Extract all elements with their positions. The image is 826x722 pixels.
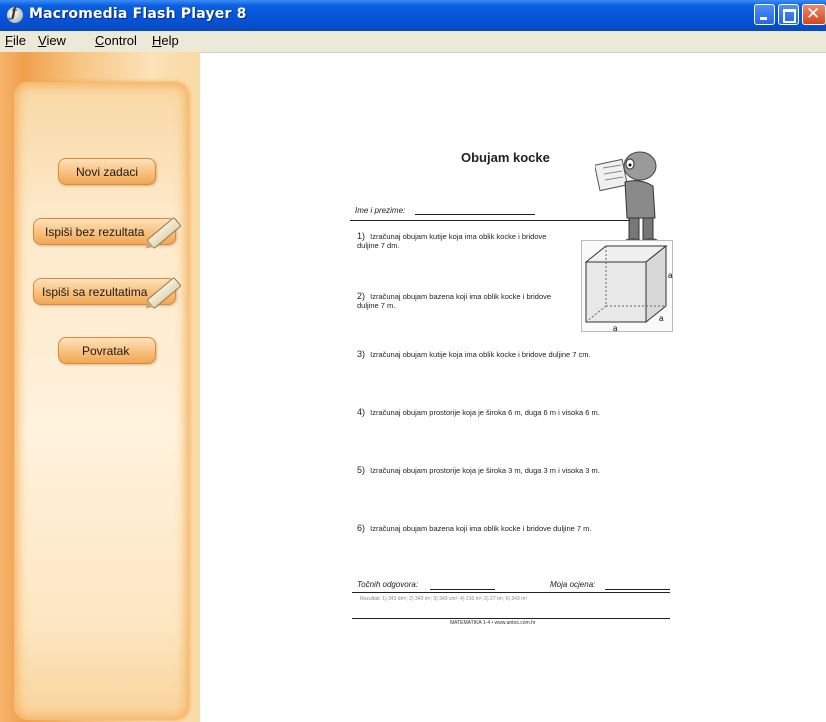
back-button[interactable]: Povratak bbox=[58, 337, 156, 364]
back-label: Povratak bbox=[82, 344, 130, 358]
task-number: 5) bbox=[357, 465, 366, 475]
menu-file[interactable]: File bbox=[5, 33, 26, 48]
divider bbox=[350, 220, 630, 221]
task-text: Izračunaj obujam prostorije koja je širo… bbox=[370, 466, 600, 475]
menu-control[interactable]: Control bbox=[95, 33, 137, 48]
mascot-illustration bbox=[595, 151, 659, 246]
cube-diagram: a a a bbox=[581, 240, 673, 332]
name-label: Ime i prezime: bbox=[355, 206, 406, 215]
menu-bar: File View Control Help bbox=[0, 31, 826, 53]
task-number: 4) bbox=[357, 407, 366, 417]
task-text: Izračunaj obujam prostorije koja je širo… bbox=[370, 408, 600, 417]
divider bbox=[352, 592, 670, 593]
print-with-results-label: Ispiši sa rezultatima bbox=[42, 285, 148, 299]
print-without-results-button[interactable]: Ispiši bez rezultata bbox=[33, 216, 182, 250]
cube-label-height: a bbox=[668, 271, 673, 280]
window-title: Macromedia Flash Player 8 bbox=[29, 6, 247, 22]
task-5: 5) Izračunaj obujam prostorije koja je š… bbox=[357, 465, 657, 476]
menu-view[interactable]: View bbox=[38, 33, 66, 48]
task-number: 1) bbox=[357, 231, 366, 241]
new-tasks-button[interactable]: Novi zadaci bbox=[58, 158, 156, 185]
print-with-results-button[interactable]: Ispiši sa rezultatima bbox=[33, 276, 182, 310]
menu-help[interactable]: Help bbox=[152, 33, 179, 48]
divider bbox=[352, 618, 670, 619]
task-text: Izračunaj obujam bazena koji ima oblik k… bbox=[357, 292, 552, 310]
maximize-button[interactable] bbox=[778, 4, 799, 25]
grade-label: Moja ocjena: bbox=[550, 580, 596, 589]
task-1: 1) Izračunaj obujam kutije koja ima obli… bbox=[357, 231, 567, 251]
name-line bbox=[415, 214, 535, 215]
task-number: 3) bbox=[357, 349, 366, 359]
correct-answers-label: Točnih odgovora: bbox=[357, 580, 419, 589]
maximize-icon bbox=[783, 9, 796, 23]
title-bar[interactable]: Macromedia Flash Player 8 ✕ bbox=[0, 0, 826, 31]
task-6: 6) Izračunaj obujam bazena koji ima obli… bbox=[357, 523, 657, 534]
worksheet-title: Obujam kocke bbox=[461, 150, 550, 165]
print-without-results-label: Ispiši bez rezultata bbox=[45, 225, 145, 239]
task-text: Izračunaj obujam kutije koja ima oblik k… bbox=[370, 350, 591, 359]
cube-label-width: a bbox=[613, 324, 618, 332]
task-number: 6) bbox=[357, 523, 366, 533]
task-text: Izračunaj obujam bazena koji ima oblik k… bbox=[370, 524, 592, 533]
task-text: Izračunaj obujam kutije koja ima oblik k… bbox=[357, 232, 547, 250]
task-number: 2) bbox=[357, 291, 366, 301]
footer-text: MATEMATIKA 1-4 • www.antos.com.hr bbox=[450, 620, 536, 626]
flash-player-icon bbox=[7, 5, 23, 23]
task-2: 2) Izračunaj obujam bazena koji ima obli… bbox=[357, 291, 567, 311]
correct-answers-line bbox=[430, 589, 495, 590]
task-4: 4) Izračunaj obujam prostorije koja je š… bbox=[357, 407, 657, 418]
new-tasks-label: Novi zadaci bbox=[76, 165, 139, 179]
cube-label-depth: a bbox=[659, 314, 664, 323]
minimize-button[interactable] bbox=[754, 4, 775, 25]
minimize-icon bbox=[760, 17, 767, 20]
results-text: Rezultati: 1) 343 dm³, 2) 343 m³, 3) 343… bbox=[360, 596, 528, 602]
close-icon: ✕ bbox=[806, 4, 821, 24]
worksheet: Obujam kocke Ime i prezime: 1) Izračunaj… bbox=[335, 140, 675, 640]
close-button[interactable]: ✕ bbox=[802, 4, 826, 25]
task-3: 3) Izračunaj obujam kutije koja ima obli… bbox=[357, 349, 657, 360]
grade-line bbox=[605, 589, 670, 590]
